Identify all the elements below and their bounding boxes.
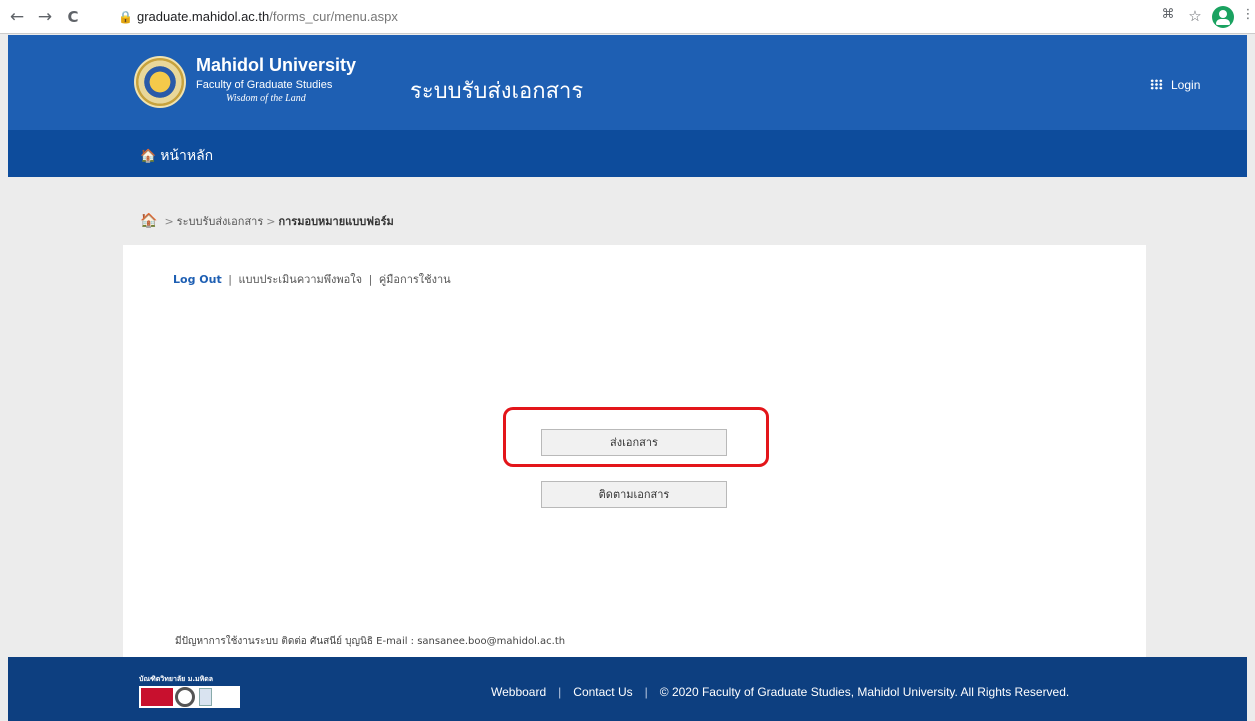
footer-links: Webboard | Contact Us | © 2020 Faculty of Gr… [491, 685, 1070, 699]
star-icon[interactable]: ☆ [1185, 7, 1205, 25]
browser-toolbar: ← → C 🔒 graduate.mahidol.ac.th/forms_cur… [0, 0, 1255, 34]
address-bar[interactable]: 🔒 graduate.mahidol.ac.th/forms_cur/menu.… [110, 4, 1130, 30]
content-panel: Log Out | แบบประเมินความพึงพอใจ | คู่มือ… [123, 245, 1146, 657]
track-document-button[interactable]: ติดตามเอกสาร [541, 481, 727, 508]
home-icon: 🏠 [140, 149, 157, 164]
footer-logo-caption: บัณฑิตวิทยาลัย ม.มหิดล [139, 675, 214, 683]
main-navbar: 🏠 หน้าหลัก [8, 130, 1247, 177]
send-document-button[interactable]: ส่งเอกสาร [541, 429, 727, 456]
reload-icon[interactable]: C [62, 6, 84, 28]
certification-logo-icon [141, 688, 173, 706]
contact-us-link[interactable]: Contact Us [573, 685, 632, 699]
grid-icon [1150, 79, 1163, 90]
manual-link[interactable]: คู่มือการใช้งาน [379, 273, 451, 286]
logout-link[interactable]: Log Out [173, 273, 222, 286]
site-footer: บัณฑิตวิทยาลัย ม.มหิดล Webboard | Contact … [8, 657, 1247, 721]
lock-icon: 🔒 [118, 10, 133, 24]
back-icon[interactable]: ← [6, 6, 28, 28]
url-text: graduate.mahidol.ac.th/forms_cur/menu.as… [137, 9, 398, 24]
system-title: ระบบรับส่งเอกสาร [410, 79, 584, 104]
breadcrumb: 🏠 > ระบบรับส่งเอกสาร > การมอบหมายแบบฟอร์ม [140, 213, 394, 229]
university-seal-icon[interactable] [134, 56, 186, 108]
site-header: Mahidol University Faculty of Graduate S… [8, 35, 1247, 130]
faculty-name: Faculty of Graduate Studies [196, 79, 333, 91]
copyright-text: © 2020 Faculty of Graduate Studies, Mahi… [659, 685, 1070, 699]
menu-kebab-icon[interactable]: ⋮ [1238, 7, 1255, 22]
breadcrumb-item-current: การมอบหมายแบบฟอร์ม [278, 215, 394, 228]
top-links: Log Out | แบบประเมินความพึงพอใจ | คู่มือ… [173, 273, 451, 286]
certification-logos [139, 686, 240, 708]
breadcrumb-home-icon[interactable]: 🏠 [140, 213, 157, 229]
contact-info: มีปัญหาการใช้งานระบบ ติดต่อ ศันสนีย์ บุญ… [175, 636, 566, 647]
quality-seal-icon [175, 687, 195, 707]
breadcrumb-item-system[interactable]: ระบบรับส่งเอกสาร [177, 215, 264, 228]
login-link[interactable]: Login [1150, 78, 1200, 92]
certificate-tag-icon [199, 688, 212, 706]
university-motto: Wisdom of the Land [226, 93, 306, 104]
profile-avatar-icon[interactable] [1212, 6, 1234, 28]
home-nav-link[interactable]: 🏠 หน้าหลัก [140, 145, 213, 167]
translate-icon[interactable]: ⌘ [1158, 7, 1178, 22]
webboard-link[interactable]: Webboard [491, 685, 546, 699]
forward-icon[interactable]: → [34, 6, 56, 28]
survey-link[interactable]: แบบประเมินความพึงพอใจ [238, 273, 362, 286]
university-name[interactable]: Mahidol University [196, 55, 356, 76]
